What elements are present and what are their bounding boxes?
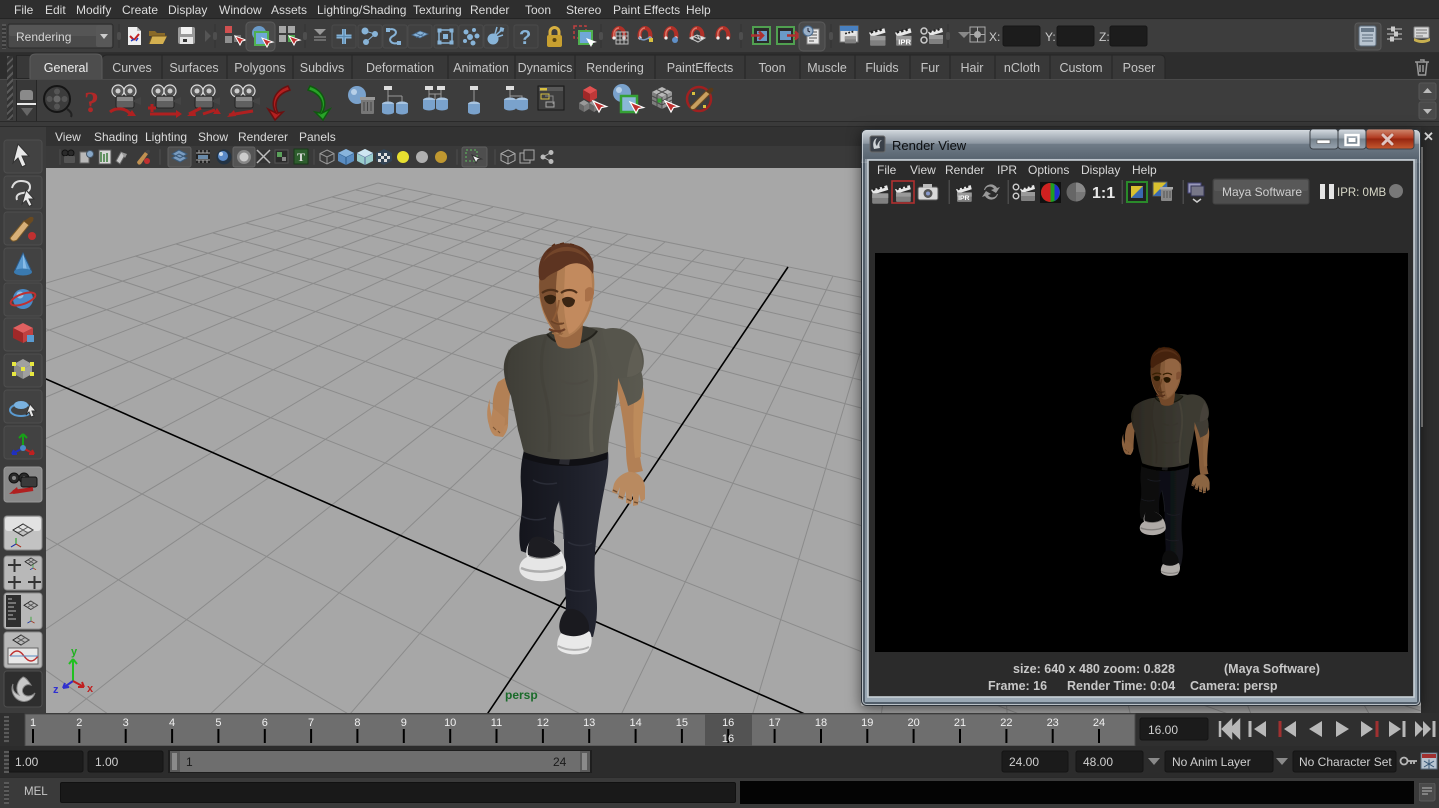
svg-text:48.00: 48.00 — [1083, 755, 1113, 769]
svg-text:16: 16 — [722, 733, 734, 745]
svg-text:Toon: Toon — [758, 61, 785, 75]
svg-text:9: 9 — [401, 717, 407, 729]
svg-text:1:1: 1:1 — [1092, 185, 1115, 202]
svg-text:T: T — [297, 150, 305, 164]
svg-text:(Maya Software): (Maya Software) — [1224, 662, 1320, 676]
svg-text:size: 640 x 480 zoom: 0.828: size: 640 x 480 zoom: 0.828 — [1013, 662, 1175, 676]
svg-text:24: 24 — [1093, 717, 1105, 729]
svg-text:16: 16 — [722, 717, 734, 729]
svg-text:4: 4 — [169, 717, 175, 729]
svg-text:Custom: Custom — [1059, 61, 1102, 75]
svg-text:Rendering: Rendering — [16, 30, 71, 44]
svg-text:2: 2 — [76, 717, 82, 729]
svg-text:Subdivs: Subdivs — [300, 61, 344, 75]
svg-text:y: y — [71, 646, 78, 658]
svg-text:18: 18 — [815, 717, 827, 729]
svg-text:Polygons: Polygons — [234, 61, 285, 75]
svg-text:1.00: 1.00 — [95, 755, 119, 769]
svg-text:Curves: Curves — [112, 61, 152, 75]
svg-text:19: 19 — [861, 717, 873, 729]
svg-text:14: 14 — [629, 717, 641, 729]
svg-text:X:: X: — [989, 30, 1000, 44]
svg-text:File: File — [877, 163, 897, 177]
svg-text:Options: Options — [1028, 163, 1069, 177]
svg-text:Render Time: 0:04: Render Time: 0:04 — [1067, 679, 1175, 693]
svg-text:5: 5 — [215, 717, 221, 729]
svg-text:No Character Set: No Character Set — [1299, 755, 1392, 769]
svg-text:nCloth: nCloth — [1004, 61, 1040, 75]
svg-text:Deformation: Deformation — [366, 61, 434, 75]
svg-text:Z:: Z: — [1099, 30, 1110, 44]
svg-text:Fur: Fur — [921, 61, 940, 75]
svg-text:Animation: Animation — [453, 61, 509, 75]
svg-text:24: 24 — [553, 755, 567, 769]
svg-text:16.00: 16.00 — [1148, 723, 1178, 737]
svg-text:IPR: 0MB: IPR: 0MB — [1337, 187, 1387, 199]
svg-text:Render: Render — [945, 163, 984, 177]
svg-text:x: x — [87, 683, 94, 695]
svg-text:Y:: Y: — [1045, 30, 1056, 44]
svg-text:1: 1 — [186, 755, 193, 769]
svg-text:?: ? — [84, 86, 99, 119]
svg-text:No Anim Layer: No Anim Layer — [1172, 755, 1251, 769]
svg-text:23: 23 — [1047, 717, 1059, 729]
svg-text:10: 10 — [444, 717, 456, 729]
svg-text:13: 13 — [583, 717, 595, 729]
svg-text:Dynamics: Dynamics — [518, 61, 573, 75]
svg-text:IPR: IPR — [958, 195, 969, 202]
svg-text:?: ? — [519, 27, 531, 49]
svg-text:General: General — [44, 61, 88, 75]
svg-text:z: z — [53, 684, 59, 696]
svg-text:1.00: 1.00 — [15, 755, 39, 769]
svg-text:6: 6 — [262, 717, 268, 729]
svg-text:IPR: IPR — [898, 38, 911, 47]
svg-text:Help: Help — [1132, 163, 1157, 177]
svg-text:View: View — [910, 163, 936, 177]
svg-text:15: 15 — [676, 717, 688, 729]
svg-text:11: 11 — [491, 717, 502, 729]
svg-text:Rendering: Rendering — [586, 61, 644, 75]
svg-text:Render View: Render View — [892, 138, 967, 153]
svg-text:Fluids: Fluids — [865, 61, 898, 75]
svg-text:persp: persp — [505, 688, 538, 702]
svg-text:Hair: Hair — [961, 61, 984, 75]
svg-text:Camera: persp: Camera: persp — [1190, 679, 1278, 693]
svg-text:Frame: 16: Frame: 16 — [988, 679, 1047, 693]
svg-text:1: 1 — [30, 717, 36, 729]
svg-text:Muscle: Muscle — [807, 61, 847, 75]
svg-text:Maya Software: Maya Software — [1222, 185, 1302, 199]
svg-text:22: 22 — [1000, 717, 1012, 729]
svg-text:IPR: IPR — [997, 163, 1017, 177]
svg-text:Surfaces: Surfaces — [169, 61, 218, 75]
svg-text:12: 12 — [537, 717, 549, 729]
svg-text:17: 17 — [768, 717, 780, 729]
svg-text:Display: Display — [1081, 163, 1120, 177]
svg-text:7: 7 — [308, 717, 314, 729]
svg-text:PaintEffects: PaintEffects — [667, 61, 733, 75]
svg-text:Poser: Poser — [1123, 61, 1156, 75]
svg-text:24.00: 24.00 — [1009, 755, 1039, 769]
svg-text:21: 21 — [954, 717, 966, 729]
svg-text:20: 20 — [907, 717, 919, 729]
svg-text:3: 3 — [123, 717, 129, 729]
svg-text:8: 8 — [354, 717, 360, 729]
